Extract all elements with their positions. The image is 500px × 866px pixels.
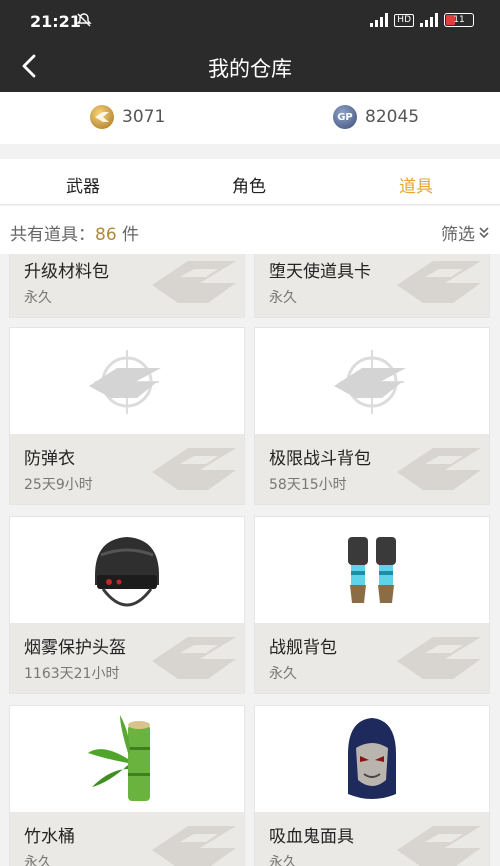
cf-watermark-icon [397,448,481,490]
item-card[interactable]: 升级材料包 永久 [9,254,245,318]
filter-button[interactable]: 筛选 [441,220,490,245]
do-not-disturb-icon [76,13,92,27]
item-info: 战舰背包 永久 [255,623,489,693]
cf-watermark-icon [152,448,236,490]
inventory-summary: 共有道具：86 件 筛选 [0,206,500,254]
item-duration: 1163天21小时 [24,666,120,682]
item-name: 吸血鬼面具 [269,827,354,847]
item-name: 极限战斗背包 [269,449,371,469]
category-tabs: 武器 角色 道具 [0,159,500,205]
cf-watermark-icon [397,637,481,679]
status-bar: 21:21 HD 11 [0,0,500,40]
item-grid: 升级材料包 永久 堕天使道具卡 永久 防弹衣 25天9小时 极限战斗背包 58天… [0,254,500,866]
helmet-icon [95,537,159,607]
tab-characters[interactable]: 角色 [232,172,266,197]
item-image [10,706,244,814]
page-title: 我的仓库 [208,57,292,81]
vampire-mask-icon [348,718,396,799]
item-name: 烟雾保护头盔 [24,638,126,658]
jetpack-icon [348,537,396,603]
item-card[interactable]: 防弹衣 25天9小时 [9,327,245,505]
item-info: 堕天使道具卡 永久 [255,254,489,317]
tab-items[interactable]: 道具 [399,172,433,197]
gold-balance: 3071 [90,105,165,129]
cf-watermark-icon [152,261,236,303]
item-count-prefix: 共有道具： [10,225,95,245]
tab-weapons[interactable]: 武器 [66,172,100,197]
item-count: 共有道具：86 件 [10,220,139,245]
item-info: 竹水桶 永久 [10,812,244,866]
item-duration: 永久 [24,290,52,306]
item-info: 吸血鬼面具 永久 [255,812,489,866]
item-duration: 永久 [24,855,52,866]
item-card[interactable]: 极限战斗背包 58天15小时 [254,327,490,505]
filter-label: 筛选 [441,225,475,245]
item-card[interactable]: 烟雾保护头盔 1163天21小时 [9,516,245,694]
cf-watermark-icon [397,826,481,866]
item-info: 烟雾保护头盔 1163天21小时 [10,623,244,693]
title-bar: 我的仓库 [0,40,500,92]
item-duration: 58天15小时 [269,477,347,493]
gold-amount: 3071 [122,107,166,127]
item-name: 战舰背包 [269,638,337,658]
item-image [255,517,489,625]
item-image [255,328,489,436]
item-duration: 永久 [269,666,297,682]
signal-4g-icon [420,13,438,27]
item-info: 极限战斗背包 58天15小时 [255,434,489,504]
item-info: 升级材料包 永久 [10,254,244,317]
item-image [10,517,244,625]
item-card[interactable]: 竹水桶 永久 [9,705,245,866]
item-card[interactable]: 堕天使道具卡 永久 [254,254,490,318]
battery-icon: 11 [444,13,474,27]
item-image [255,706,489,814]
item-duration: 永久 [269,290,297,306]
chevron-double-down-icon [479,226,489,238]
gp-balance: GP 82045 [333,105,419,129]
gp-amount: 82045 [365,107,420,127]
item-duration: 永久 [269,855,297,866]
item-name: 竹水桶 [24,827,75,847]
item-name: 防弹衣 [24,449,75,469]
cf-watermark-icon [397,261,481,303]
item-card[interactable]: 战舰背包 永久 [254,516,490,694]
item-name: 升级材料包 [24,262,109,282]
battery-level: 11 [453,15,465,25]
currency-bar: 3071 GP 82045 [0,92,500,144]
cf-watermark-icon [152,637,236,679]
system-indicators: HD 11 [370,12,474,28]
gold-coin-icon [90,105,114,129]
item-image [10,328,244,436]
item-name: 堕天使道具卡 [269,262,371,282]
cf-watermark-icon [152,826,236,866]
item-info: 防弹衣 25天9小时 [10,434,244,504]
signal-icon [370,13,389,27]
cf-logo-icon [334,350,406,414]
item-count-number: 86 [95,225,117,245]
item-card[interactable]: 吸血鬼面具 永久 [254,705,490,866]
gp-coin-icon: GP [333,105,357,129]
hd-icon: HD [394,13,414,27]
item-duration: 25天9小时 [24,477,93,493]
item-count-suffix: 件 [116,225,140,245]
cf-logo-icon [89,350,161,414]
bamboo-bucket-icon [88,715,150,801]
status-time: 21:21 [30,12,81,31]
